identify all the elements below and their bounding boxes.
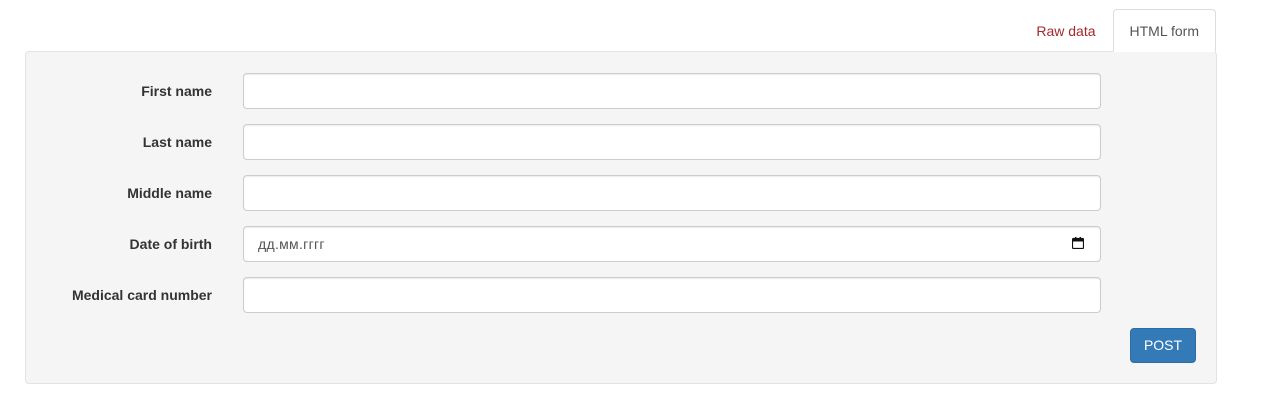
medical-card-number-input[interactable]	[243, 277, 1101, 313]
middle-name-input[interactable]	[243, 175, 1101, 211]
form-row-date-of-birth: Date of birth дд.мм.гггг	[26, 226, 1216, 262]
page: Raw data HTML form First name Last name …	[0, 0, 1280, 413]
first-name-input[interactable]	[243, 73, 1101, 109]
tab-bar: Raw data HTML form	[1019, 9, 1216, 52]
form-panel: First name Last name Middle name Date of…	[25, 51, 1217, 384]
last-name-input[interactable]	[243, 124, 1101, 160]
date-of-birth-placeholder: дд.мм.гггг	[258, 236, 325, 252]
form-row-middle-name: Middle name	[26, 175, 1216, 211]
tab-raw-data[interactable]: Raw data	[1019, 9, 1112, 52]
date-of-birth-input[interactable]: дд.мм.гггг	[243, 226, 1101, 262]
medical-card-number-label: Medical card number	[71, 287, 212, 303]
form-row-last-name: Last name	[26, 124, 1216, 160]
tab-html-form[interactable]: HTML form	[1112, 9, 1216, 52]
first-name-label: First name	[141, 83, 212, 99]
form-row-medical-card-number: Medical card number	[26, 277, 1216, 313]
middle-name-label: Middle name	[127, 185, 212, 201]
date-of-birth-label: Date of birth	[129, 236, 212, 252]
last-name-label: Last name	[142, 134, 212, 150]
post-button[interactable]: POST	[1130, 328, 1196, 363]
form-row-first-name: First name	[26, 73, 1216, 109]
calendar-icon[interactable]	[1072, 237, 1084, 249]
